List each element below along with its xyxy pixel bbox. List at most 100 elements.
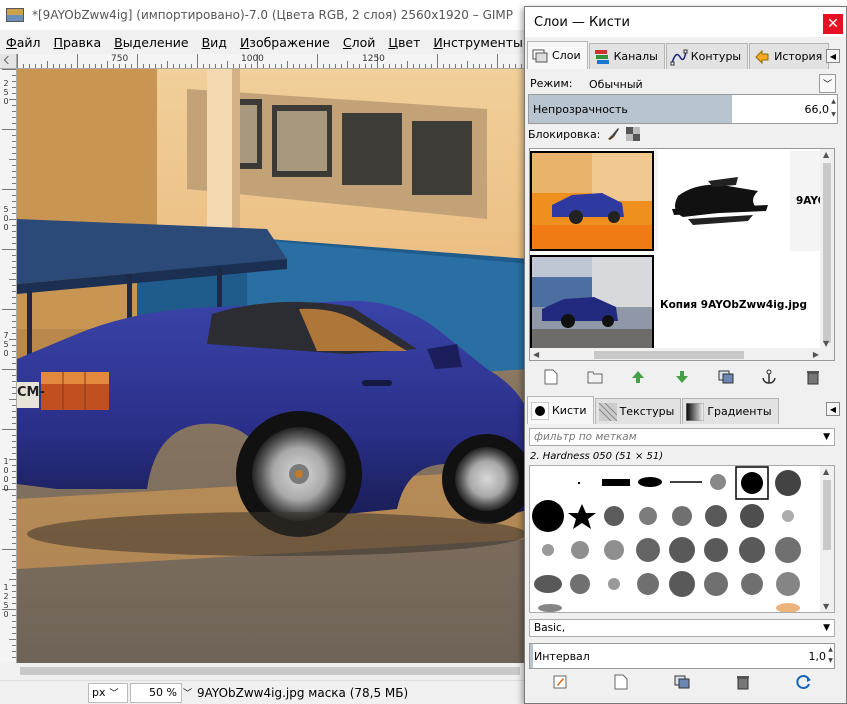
- scrollbar-thumb[interactable]: [20, 667, 520, 675]
- scroll-down-icon[interactable]: ▼: [823, 339, 829, 348]
- scrollbar-thumb[interactable]: [594, 351, 744, 359]
- layers-horizontal-scrollbar[interactable]: ◀ ▶: [530, 348, 822, 360]
- anchor-layer-icon[interactable]: [761, 369, 777, 385]
- dock-title: Слои — Кисти: [534, 14, 630, 30]
- tab-menu-icon[interactable]: ◀: [826, 49, 840, 63]
- quick-mask-toggle[interactable]: [0, 54, 17, 69]
- tab-menu-icon[interactable]: ◀: [826, 402, 840, 416]
- new-layer-group-icon[interactable]: [587, 369, 603, 385]
- scrollbar-thumb[interactable]: [823, 163, 831, 343]
- brush-tile: [604, 506, 624, 526]
- ruler-tick: [95, 64, 96, 68]
- menu-item[interactable]: Выделение: [114, 35, 188, 50]
- brush-set-value: Basic,: [534, 622, 566, 634]
- spacing-scale[interactable]: Интервал 1,0 ▲ ▼: [529, 643, 835, 669]
- scrollbar-thumb[interactable]: [823, 480, 831, 550]
- brush-tile: [568, 504, 596, 529]
- tag-filter-input[interactable]: фильтр по меткам ▼: [529, 428, 835, 446]
- delete-brush-icon[interactable]: [735, 674, 751, 690]
- lower-layer-icon[interactable]: [674, 369, 690, 385]
- chevron-down-icon[interactable]: ▼: [823, 432, 830, 442]
- mode-combo[interactable]: Обычный ﹀: [589, 74, 836, 94]
- brush-vertical-scrollbar[interactable]: ▲ ▼: [820, 466, 834, 612]
- ruler-tick: [12, 111, 16, 112]
- scroll-up-icon[interactable]: ▲: [823, 150, 829, 159]
- ruler-tick: [263, 64, 264, 68]
- mask-thumb-image: [658, 151, 790, 251]
- ruler-vertical[interactable]: 250 500 750 1000 1250: [0, 69, 17, 663]
- ruler-tick: [467, 61, 468, 68]
- layers-list[interactable]: 9AYO Копия 9AYObZww4ig.jpg ▲ ▼ ◀ ▶: [529, 148, 835, 361]
- menu-item[interactable]: Правка: [54, 35, 102, 50]
- layer-row[interactable]: Копия 9AYObZww4ig.jpg: [530, 255, 822, 355]
- selected-brush-name: 2. Hardness 050 (51 × 51): [530, 451, 664, 462]
- ruler-tick: [12, 441, 16, 442]
- new-layer-icon[interactable]: [543, 369, 559, 385]
- layer-thumb-image: [532, 153, 652, 249]
- chevron-down-icon[interactable]: ﹀: [183, 686, 193, 699]
- spin-arrows-icon[interactable]: ▲ ▼: [827, 644, 834, 668]
- new-brush-icon[interactable]: [613, 674, 629, 690]
- lock-pixels-icon[interactable]: [606, 127, 620, 141]
- scroll-left-icon[interactable]: ◀: [533, 350, 539, 359]
- canvas-horizontal-scrollbar[interactable]: [17, 663, 530, 679]
- menu-item[interactable]: Цвет: [388, 35, 420, 50]
- tab-channels[interactable]: Каналы: [588, 43, 665, 69]
- menu-item[interactable]: Файл: [6, 35, 41, 50]
- tab-paths[interactable]: Контуры: [665, 43, 749, 69]
- opacity-scale[interactable]: Непрозрачность 66,0 ▲ ▼: [528, 94, 838, 124]
- unit-select[interactable]: px ﹀: [88, 682, 128, 703]
- dock-bottom-tabbar: Кисти Текстуры Градиенты: [527, 396, 780, 424]
- brush-tile: [534, 575, 562, 593]
- ruler-tick: [12, 213, 16, 214]
- menu-item[interactable]: Слой: [343, 35, 376, 50]
- scroll-right-icon[interactable]: ▶: [813, 350, 819, 359]
- edit-brush-icon[interactable]: [552, 674, 568, 690]
- brush-tile: [741, 573, 763, 595]
- brush-grid[interactable]: ▲ ▼: [529, 465, 835, 613]
- ruler-tick: [479, 64, 480, 68]
- layers-vertical-scrollbar[interactable]: ▲ ▼: [820, 149, 834, 360]
- layer-mask-thumbnail[interactable]: [658, 151, 790, 251]
- scroll-down-icon[interactable]: ▼: [823, 602, 829, 611]
- tab-history[interactable]: История: [749, 43, 830, 69]
- ruler-tick: [2, 549, 16, 550]
- ruler-tick: [12, 177, 16, 178]
- close-icon[interactable]: ✕: [823, 14, 843, 34]
- tab-gradient[interactable]: Градиенты: [682, 398, 779, 424]
- raise-layer-icon[interactable]: [630, 369, 646, 385]
- spin-arrows-icon[interactable]: ▲ ▼: [830, 95, 837, 123]
- ruler-horizontal[interactable]: 750 1000 1250: [17, 54, 530, 69]
- layer-name[interactable]: Копия 9AYObZww4ig.jpg: [660, 299, 807, 311]
- ruler-tick: [12, 303, 16, 304]
- lock-alpha-icon[interactable]: [626, 127, 641, 141]
- brush-tile: [639, 507, 657, 525]
- ruler-tick: [371, 64, 372, 68]
- ruler-tick: [449, 64, 450, 68]
- tab-layers[interactable]: Слои: [527, 41, 588, 69]
- ruler-tick: [12, 435, 16, 436]
- ruler-tick: [2, 69, 16, 70]
- ruler-tick: [12, 645, 16, 646]
- chevron-down-icon: ▼: [823, 623, 830, 633]
- zoom-combo[interactable]: 50 %: [130, 682, 182, 703]
- delete-layer-icon[interactable]: [805, 369, 821, 385]
- duplicate-layer-icon[interactable]: [718, 369, 734, 385]
- scroll-up-icon[interactable]: ▲: [823, 467, 829, 476]
- tab-pattern[interactable]: Текстуры: [594, 398, 682, 424]
- refresh-brushes-icon[interactable]: [796, 674, 812, 690]
- duplicate-brush-icon[interactable]: [674, 674, 690, 690]
- ruler-tick: [269, 64, 270, 68]
- menu-item[interactable]: Вид: [202, 35, 227, 50]
- layer-row[interactable]: 9AYO: [530, 151, 827, 251]
- menu-item[interactable]: Инструменты: [433, 35, 522, 50]
- layer-thumbnail[interactable]: [530, 255, 654, 355]
- ruler-tick: [12, 531, 16, 532]
- tab-brush[interactable]: Кисти: [527, 396, 594, 424]
- brush-set-combo[interactable]: Basic, ▼: [529, 619, 835, 637]
- image-canvas[interactable]: CM-: [17, 69, 530, 663]
- ruler-tick: [221, 64, 222, 68]
- arrow-icon: [3, 55, 13, 65]
- layer-thumbnail[interactable]: [530, 151, 654, 251]
- menu-item[interactable]: Изображение: [240, 35, 330, 50]
